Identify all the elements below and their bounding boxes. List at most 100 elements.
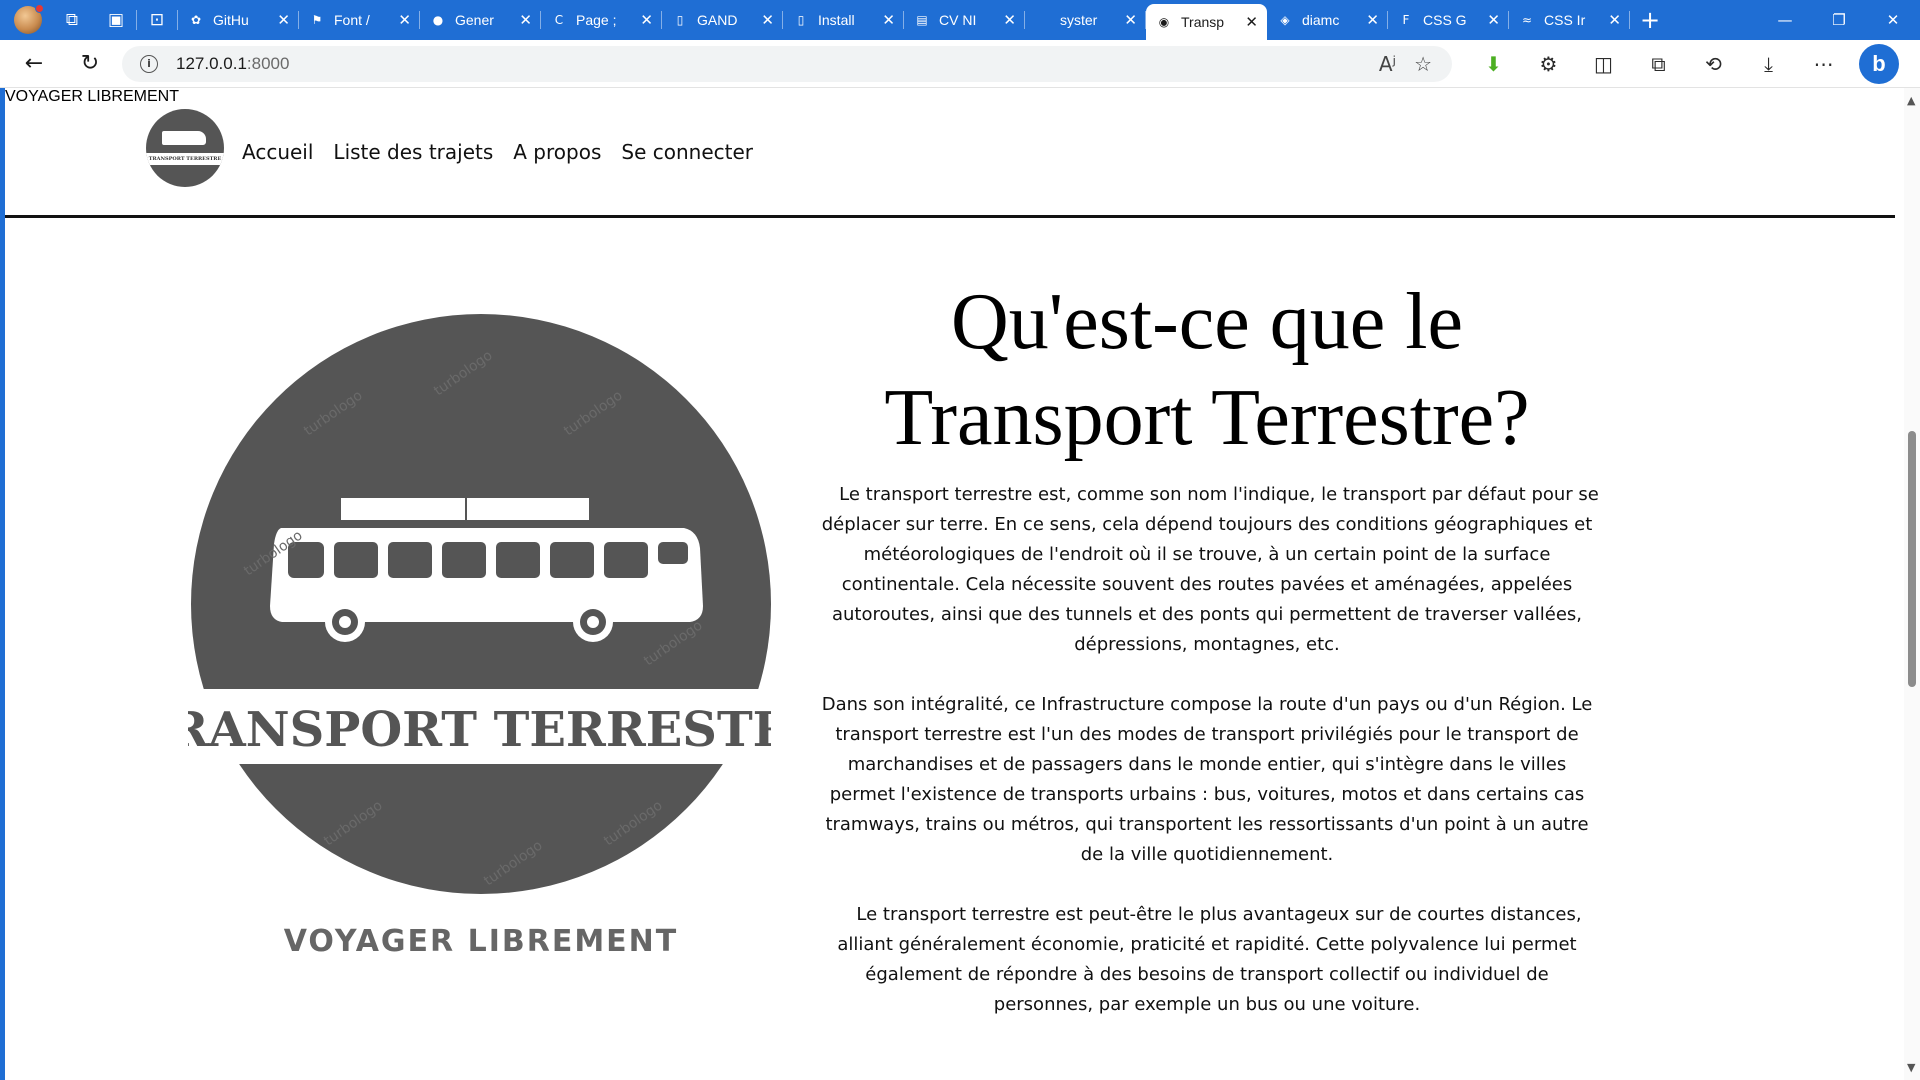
blank-icon	[1034, 11, 1052, 29]
browser-tab[interactable]: ✿ GitHu ✕	[178, 0, 299, 40]
page-title-line-1: Qu'est-ce que le	[951, 278, 1463, 366]
pinned-tab-icon[interactable]: ⊡	[137, 0, 177, 40]
browser-tab[interactable]: ≈ CSS Ir ✕	[1509, 0, 1630, 40]
extensions-icon[interactable]: ⚙	[1521, 42, 1576, 86]
flag-icon: ⚑	[311, 13, 323, 27]
workspaces-icon[interactable]: ⧉	[52, 0, 92, 40]
tab-label: Install	[818, 12, 855, 28]
site-logo-tagline: VOYAGER LIBREMENT	[5, 88, 179, 105]
download-extension-icon[interactable]: ⬇	[1466, 42, 1521, 86]
browser-tab[interactable]: ⚑ Font / ✕	[299, 0, 420, 40]
main-nav: Accueil Liste des trajets A propos Se co…	[242, 140, 753, 164]
page-title-line-2: Transport Terrestre?	[884, 374, 1530, 462]
new-tab-button[interactable]: +	[1630, 0, 1670, 40]
close-window-icon[interactable]: ✕	[1866, 0, 1920, 40]
close-tab-icon[interactable]: ✕	[1003, 11, 1016, 29]
close-tab-icon[interactable]: ✕	[1366, 11, 1379, 29]
bus-icon	[162, 131, 206, 145]
codepen-icon: ◈	[1280, 13, 1290, 27]
tab-label: Transp	[1181, 14, 1225, 30]
browser-tab-bar: ⧉ ▣ ⊡ ✿ GitHu ✕ ⚑ Font / ✕ ● Gener ✕ C Page ; ✕ ▯ GAN…	[0, 0, 1920, 40]
scroll-up-icon[interactable]: ▲	[1907, 94, 1915, 107]
nav-link-trips[interactable]: Liste des trajets	[333, 140, 493, 164]
close-tab-icon[interactable]: ✕	[398, 11, 411, 29]
refresh-button[interactable]: ↻	[68, 42, 112, 86]
split-screen-icon[interactable]: ◫	[1576, 42, 1631, 86]
tab-label: GitHu	[213, 12, 249, 28]
scrollbar-thumb[interactable]	[1908, 431, 1916, 687]
tab-label: CSS G	[1423, 12, 1467, 28]
browser-tab[interactable]: ▤ CV NI ✕	[904, 0, 1025, 40]
browser-tab[interactable]: C Page ; ✕	[541, 0, 662, 40]
downloads-icon[interactable]: ⤓	[1741, 42, 1796, 86]
browser-tab[interactable]: ◉ Transp ✕	[1146, 4, 1267, 40]
address-bar-row: ← ↻ i 127.0.0.1:8000 A︎ʲ ☆ ⬇ ⚙ ◫ ⧉ ⟲ ⤓ ⋯…	[0, 40, 1920, 88]
browser-tab[interactable]: ▯ Install ✕	[783, 0, 904, 40]
history-icon[interactable]: ⟲	[1686, 42, 1741, 86]
intro-paragraph: Le transport terrestre est, comme son no…	[821, 484, 1599, 655]
restore-icon[interactable]: ❐	[1812, 0, 1866, 40]
transport-terrestre-logo: TRANSPORT TERRESTRE VOYAGER LIBREMENT tu…	[188, 314, 771, 959]
browser-tab[interactable]: syster ✕	[1025, 0, 1146, 40]
close-tab-icon[interactable]: ✕	[1124, 11, 1137, 29]
tab-actions-icon[interactable]: ▣	[96, 0, 136, 40]
document-icon: ▯	[676, 13, 684, 27]
infrastructure-paragraph: Dans son intégralité, ce Infrastructure …	[821, 694, 1593, 865]
browser-toolbar: ⬇ ⚙ ◫ ⧉ ⟲ ⤓ ⋯	[1466, 42, 1851, 86]
page-scrollbar[interactable]: ▲ ▼	[1904, 88, 1920, 1080]
close-tab-icon[interactable]: ✕	[1608, 11, 1621, 29]
close-tab-icon[interactable]: ✕	[882, 11, 895, 29]
tab-label: diamc	[1302, 12, 1340, 28]
github-icon: ●	[432, 13, 444, 27]
copilot-icon[interactable]: b	[1859, 43, 1899, 84]
nav-link-login[interactable]: Se connecter	[621, 140, 753, 164]
canva-icon: C	[554, 13, 564, 27]
site-header: TRANSPORT TERRESTRE VOYAGER LIBREMENT Ac…	[5, 88, 1895, 218]
close-tab-icon[interactable]: ✕	[1245, 13, 1258, 31]
document-icon: ▯	[797, 13, 805, 27]
browser-tab[interactable]: ● Gener ✕	[420, 0, 541, 40]
collections-icon[interactable]: ⧉	[1631, 42, 1686, 86]
logo-tagline-text: VOYAGER LIBREMENT	[284, 924, 679, 959]
more-menu-icon[interactable]: ⋯	[1796, 42, 1851, 86]
site-info-icon[interactable]: i	[140, 54, 158, 73]
browser-tab[interactable]: ▯ GAND ✕	[662, 0, 783, 40]
advantages-paragraph: Le transport terrestre est peut-être le …	[837, 904, 1582, 1015]
close-tab-icon[interactable]: ✕	[519, 11, 532, 29]
openai-icon: ✿	[190, 13, 202, 27]
profile-avatar[interactable]	[14, 4, 44, 34]
browser-tab[interactable]: F CSS G ✕	[1388, 0, 1509, 40]
page-title: Qu'est-ce que le Transport Terrestre?	[815, 274, 1599, 466]
close-tab-icon[interactable]: ✕	[640, 11, 653, 29]
url-text[interactable]: 127.0.0.1:8000	[176, 54, 289, 74]
page-viewport: TRANSPORT TERRESTRE VOYAGER LIBREMENT Ac…	[0, 88, 1920, 1080]
tailwind-icon: ≈	[1521, 13, 1533, 27]
notification-dot	[35, 4, 44, 13]
favorite-star-icon[interactable]: ☆	[1414, 52, 1432, 76]
close-tab-icon[interactable]: ✕	[761, 11, 774, 29]
omnibox-actions: A︎ʲ ☆	[1379, 52, 1432, 76]
nav-link-home[interactable]: Accueil	[242, 140, 313, 164]
tab-label: Gener	[455, 12, 494, 28]
back-button[interactable]: ←	[12, 42, 56, 86]
window-controls: — ❐ ✕	[1758, 0, 1920, 40]
nav-link-about[interactable]: A propos	[513, 140, 601, 164]
close-tab-icon[interactable]: ✕	[277, 11, 290, 29]
tab-label: CV NI	[939, 12, 977, 28]
pdf-icon: ▤	[916, 13, 928, 27]
tab-label: syster	[1060, 12, 1098, 28]
tab-label: GAND	[697, 12, 738, 28]
site-logo[interactable]: TRANSPORT TERRESTRE	[146, 109, 224, 187]
close-tab-icon[interactable]: ✕	[1487, 11, 1500, 29]
tab-strip: ✿ GitHu ✕ ⚑ Font / ✕ ● Gener ✕ C Page ; ✕ ▯ GAND ✕ ▯ Ins…	[178, 0, 1630, 40]
hero-text-section: Qu'est-ce que le Transport Terrestre? Le…	[815, 274, 1599, 1020]
scroll-down-icon[interactable]: ▼	[1907, 1061, 1915, 1074]
browser-tab[interactable]: ◈ diamc ✕	[1267, 0, 1388, 40]
site-logo-text: TRANSPORT TERRESTRE	[146, 153, 224, 165]
read-aloud-icon[interactable]: A︎ʲ	[1379, 52, 1396, 76]
globe-icon: ◉	[1158, 15, 1170, 29]
tab-label: CSS Ir	[1544, 12, 1586, 28]
minimize-icon[interactable]: —	[1758, 0, 1812, 40]
url-field[interactable]: i 127.0.0.1:8000 A︎ʲ ☆	[122, 45, 1452, 82]
tab-label: Font /	[334, 12, 370, 28]
